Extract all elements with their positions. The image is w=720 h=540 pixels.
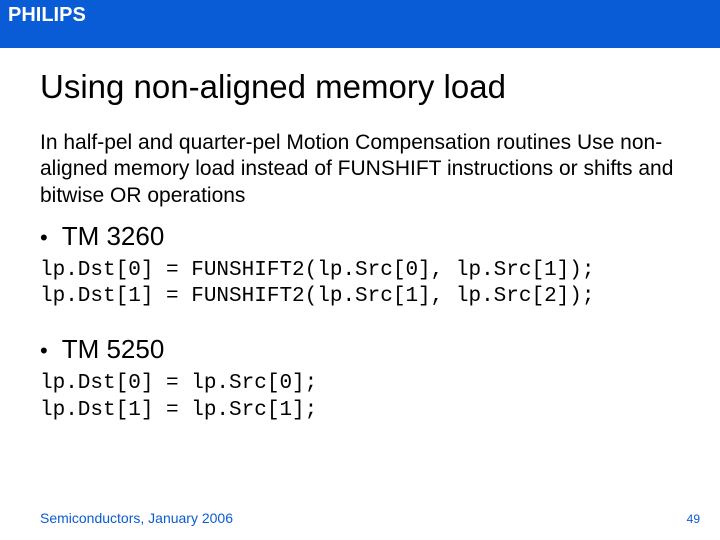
code-block-tm5250: lp.Dst[0] = lp.Src[0]; lp.Dst[1] = lp.Sr…	[40, 371, 680, 424]
bullet-tm5250: • TM 5250	[40, 334, 680, 365]
footer: Semiconductors, January 2006 49	[40, 510, 700, 526]
bullet-tm3260: • TM 3260	[40, 221, 680, 252]
slide-title: Using non-aligned memory load	[40, 68, 680, 106]
slide-paragraph: In half-pel and quarter-pel Motion Compe…	[40, 130, 680, 209]
slide-body: Using non-aligned memory load In half-pe…	[0, 48, 720, 424]
footer-left: Semiconductors, January 2006	[40, 510, 233, 526]
header-bar: PHILIPS	[0, 0, 720, 48]
code-block-tm3260: lp.Dst[0] = FUNSHIFT2(lp.Src[0], lp.Src[…	[40, 258, 680, 311]
logo-text: PHILIPS	[8, 4, 86, 26]
bullet-dot-icon: •	[40, 340, 48, 362]
bullet-label: TM 3260	[62, 221, 165, 252]
bullet-label: TM 5250	[62, 334, 165, 365]
bullet-dot-icon: •	[40, 227, 48, 249]
philips-logo: PHILIPS	[0, 0, 94, 31]
page-number: 49	[687, 512, 700, 526]
